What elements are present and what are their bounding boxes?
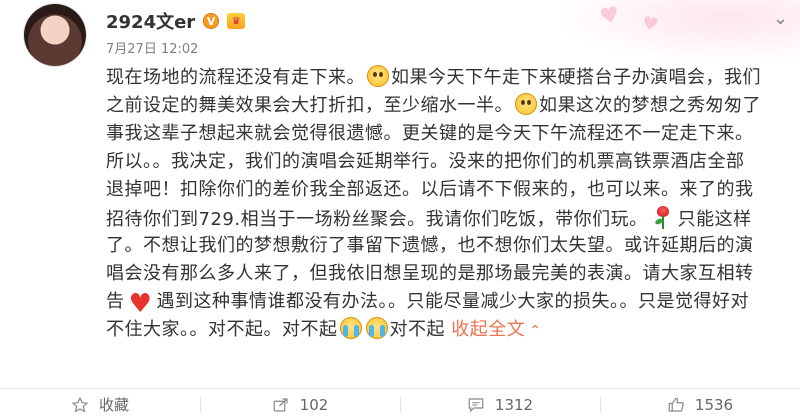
post-text-segment: 了。不想让我们的梦想敷衍了事留下遗憾，也不想你们太失望。或许延期后的演 [106,235,754,256]
post-text-segment: 告 [106,291,125,312]
post-text-segment: 不住大家。。对不起。对不起 [106,319,338,340]
chevron-down-icon[interactable]: ⌄ [773,10,788,28]
share-icon [272,396,290,414]
user-header: 2924文er V ♛ [106,8,246,34]
username[interactable]: 2924文er [106,8,195,34]
share-button[interactable]: 102 [200,389,400,420]
thumbs-up-icon [667,396,685,414]
action-bar: 收藏 102 1312 1536 [0,388,800,420]
post-text-line: 退掉吧！扣除你们的差价我全部返还。以后请不下假来的，也可以来。来了的我 [106,176,792,204]
post-text: 现在场地的流程还没有走下来。 如果今天下午走下来硬搭台子办演唱会，我们之前设定的舞… [106,64,792,344]
crying-face-emoji-icon [339,317,362,339]
rose-emoji-icon [652,204,674,230]
sad-face-emoji-icon [515,93,537,115]
decor-heart-icon: ♥ [640,12,660,37]
like-count: 1536 [694,395,734,414]
comment-icon [467,396,485,414]
post-text-line: 之前设定的舞美效果会大打折扣，至少缩水一半。 如果这次的梦想之秀匆匆了 [106,92,792,120]
post-text-segment: 所以。。我决定，我们的演唱会延期举行。没来的把你们的机票高铁票酒店全部 [106,151,745,172]
favorite-label: 收藏 [98,396,129,414]
comment-button[interactable]: 1312 [400,389,600,420]
collapse-full-text-link[interactable]: 收起全文 [451,319,525,340]
post-text-segment: 如果这次的梦想之秀匆匆了 [539,95,761,116]
share-count: 102 [299,395,329,414]
decor-heart-icon: ♥ [597,2,623,31]
avatar[interactable] [24,4,86,66]
post-text-segment: 现在场地的流程还没有走下来。 [106,67,365,88]
favorite-button[interactable]: 收藏 [0,389,200,420]
chevron-up-icon[interactable]: ⌃ [529,323,541,339]
post-text-segment: 招待你们到729.相当于一场粉丝聚会。我请你们吃饭，带你们玩。 [106,209,648,230]
post-text-line: 现在场地的流程还没有走下来。 如果今天下午走下来硬搭台子办演唱会，我们 [106,64,792,92]
comment-count: 1312 [494,395,534,414]
post-text-segment: 退掉吧！扣除你们的差价我全部返还。以后请不下假来的，也可以来。来了的我 [106,179,754,200]
crying-face-emoji-icon [365,317,388,339]
verified-badge-icon[interactable]: V [203,13,220,29]
header-decoration: ♥ ♥ [560,0,800,60]
post-text-line: 唱会没有那么多人来了，但我依旧想呈现的是那场最完美的表演。请大家互相转 [106,260,792,288]
post-text-segment: 事我这辈子想起来就会觉得很遗憾。更关键的是今天下午流程还不一定走下来。 [106,123,754,144]
sad-face-emoji-icon [367,65,389,87]
post-text-segment: 只能这样 [677,209,752,230]
star-icon [71,396,89,414]
post-text-segment: 唱会没有那么多人来了，但我依旧想呈现的是那场最完美的表演。请大家互相转 [106,263,754,284]
post-text-line: 告 ♥ 遇到这种事情谁都没有办法。。只能尽量减少大家的损失。。只是觉得好对 [106,288,792,319]
post-text-segment: 如果今天下午走下来硬搭台子办演唱会，我们 [391,67,761,88]
post-text-segment: 之前设定的舞美效果会大打折扣，至少缩水一半。 [106,95,513,116]
post-text-line: 所以。。我决定，我们的演唱会延期举行。没来的把你们的机票高铁票酒店全部 [106,148,792,176]
vip-badge-icon[interactable]: ♛ [227,13,246,29]
post-time[interactable]: 7月27日 12:02 [106,38,198,57]
post-text-line: 了。不想让我们的梦想敷衍了事留下遗憾，也不想你们太失望。或许延期后的演 [106,232,792,260]
like-button[interactable]: 1536 [600,389,800,420]
post-text-line: 招待你们到729.相当于一场粉丝聚会。我请你们吃饭，带你们玩。 只能这样 [106,204,792,232]
post-text-segment: 遇到这种事情谁都没有办法。。只能尽量减少大家的损失。。只是觉得好对 [156,291,749,312]
post-text-line: 事我这辈子想起来就会觉得很遗憾。更关键的是今天下午流程还不一定走下来。 [106,120,792,148]
post-text-line: 不住大家。。对不起。对不起 对不起 收起全文 ⌃ [106,316,792,344]
post-text-segment: 对不起 [389,319,445,340]
heart-emoji-icon: ♥ [128,289,153,319]
